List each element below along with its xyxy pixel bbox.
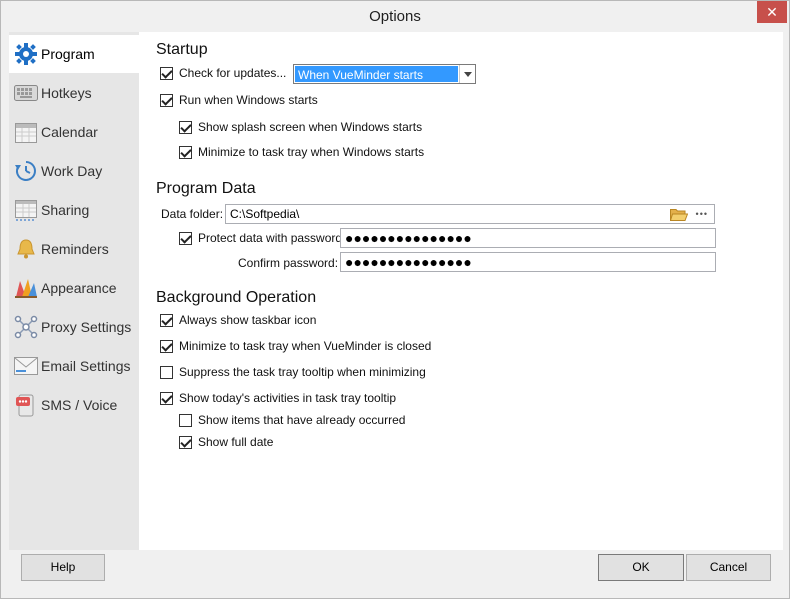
show-full-date-label: Show full date <box>198 435 274 449</box>
sidebar-item-label: Work Day <box>41 163 103 179</box>
network-icon <box>13 314 39 340</box>
sidebar-item-label: Sharing <box>41 202 90 218</box>
sidebar-item-hotkeys[interactable]: Hotkeys <box>9 74 139 112</box>
suppress-tooltip-row: Suppress the task tray tooltip when mini… <box>160 365 426 379</box>
data-folder-value: C:\Softpedia\ <box>230 207 300 221</box>
sidebar-item-label: Email Settings <box>41 358 131 374</box>
sidebar-item-label: Appearance <box>41 280 117 296</box>
close-icon: ✕ <box>766 4 778 20</box>
dialog-body: Program Hotkeys Calendar Work Day Sharin… <box>9 32 783 550</box>
splash-row: Show splash screen when Windows starts <box>179 120 422 134</box>
startup-heading: Startup <box>156 41 208 58</box>
browse-more-icon[interactable]: ••• <box>696 209 708 219</box>
sidebar-item-label: Program <box>41 46 95 62</box>
confirm-password-label: Confirm password: <box>238 256 339 270</box>
taskbar-icon-row: Always show taskbar icon <box>160 313 316 327</box>
taskbar-icon-checkbox[interactable] <box>160 313 173 327</box>
title-bar: Options ✕ <box>1 1 789 32</box>
sidebar-item-calendar[interactable]: Calendar <box>9 113 139 151</box>
check-updates-dropdown[interactable]: When VueMinder starts <box>293 64 476 84</box>
help-button[interactable]: Help <box>21 554 105 581</box>
run-windows-checkbox[interactable] <box>160 93 173 107</box>
check-updates-value: When VueMinder starts <box>295 66 458 82</box>
close-button[interactable]: ✕ <box>757 1 787 23</box>
sidebar: Program Hotkeys Calendar Work Day Sharin… <box>9 32 139 550</box>
run-windows-row: Run when Windows starts <box>160 93 318 107</box>
sidebar-item-appearance[interactable]: Appearance <box>9 269 139 307</box>
show-occurred-label: Show items that have already occurred <box>198 413 406 427</box>
sidebar-item-program[interactable]: Program <box>9 35 139 73</box>
sidebar-item-sms-voice[interactable]: SMS / Voice <box>9 386 139 424</box>
envelope-icon <box>13 353 39 379</box>
password-field[interactable]: ●●●●●●●●●●●●●●● <box>340 228 716 248</box>
sidebar-item-work-day[interactable]: Work Day <box>9 152 139 190</box>
gear-icon <box>13 41 39 67</box>
minimize-closed-checkbox[interactable] <box>160 339 173 353</box>
window-title: Options <box>369 8 421 25</box>
check-updates-label: Check for updates... <box>179 66 287 80</box>
splash-label: Show splash screen when Windows starts <box>198 120 423 134</box>
show-activities-label: Show today's activities in task tray too… <box>179 391 397 405</box>
ok-button[interactable]: OK <box>598 554 684 581</box>
keyboard-icon <box>13 80 39 106</box>
sidebar-item-label: Proxy Settings <box>41 319 132 335</box>
splash-checkbox[interactable] <box>179 120 192 134</box>
minimize-closed-label: Minimize to task tray when VueMinder is … <box>179 339 432 353</box>
background-operation-heading: Background Operation <box>156 289 317 306</box>
clock-refresh-icon <box>13 158 39 184</box>
show-full-date-checkbox[interactable] <box>179 435 192 449</box>
suppress-tooltip-checkbox[interactable] <box>160 365 173 379</box>
protect-password-label: Protect data with password: <box>198 231 346 245</box>
minimize-closed-row: Minimize to task tray when VueMinder is … <box>160 339 431 353</box>
shared-calendar-icon <box>13 197 39 223</box>
calendar-icon <box>13 119 39 145</box>
program-settings-panel: Startup Check for updates... When VueMin… <box>139 32 783 550</box>
protect-password-row: Protect data with password: <box>179 231 345 245</box>
sidebar-item-label: Calendar <box>41 124 98 140</box>
palette-icon <box>13 275 39 301</box>
minimize-tray-row: Minimize to task tray when Windows start… <box>179 145 424 159</box>
sidebar-item-sharing[interactable]: Sharing <box>9 191 139 229</box>
data-folder-label: Data folder: <box>161 207 224 221</box>
options-window: Options ✕ Program Hotkeys Calendar Work … <box>0 0 790 599</box>
show-activities-row: Show today's activities in task tray too… <box>160 391 396 405</box>
minimize-tray-label: Minimize to task tray when Windows start… <box>198 145 425 159</box>
confirm-password-field[interactable]: ●●●●●●●●●●●●●●● <box>340 252 716 272</box>
show-full-date-row: Show full date <box>179 435 273 449</box>
run-windows-label: Run when Windows starts <box>179 93 318 107</box>
taskbar-icon-label: Always show taskbar icon <box>179 313 317 327</box>
show-activities-checkbox[interactable] <box>160 391 173 405</box>
bell-icon <box>13 236 39 262</box>
show-occurred-checkbox[interactable] <box>179 413 192 427</box>
chevron-down-icon <box>459 65 475 83</box>
data-folder-field[interactable]: C:\Softpedia\ ••• <box>225 204 715 224</box>
check-updates-row: Check for updates... <box>160 66 286 80</box>
sidebar-item-proxy-settings[interactable]: Proxy Settings <box>9 308 139 346</box>
suppress-tooltip-label: Suppress the task tray tooltip when mini… <box>179 365 426 379</box>
sidebar-item-email-settings[interactable]: Email Settings <box>9 347 139 385</box>
check-updates-checkbox[interactable] <box>160 66 173 80</box>
show-occurred-row: Show items that have already occurred <box>179 413 405 427</box>
protect-password-checkbox[interactable] <box>179 231 192 245</box>
folder-open-icon[interactable] <box>669 208 688 221</box>
sidebar-item-reminders[interactable]: Reminders <box>9 230 139 268</box>
sidebar-item-label: Reminders <box>41 241 109 257</box>
minimize-tray-checkbox[interactable] <box>179 145 192 159</box>
sidebar-item-label: SMS / Voice <box>41 397 118 413</box>
phone-message-icon <box>13 392 39 418</box>
program-data-heading: Program Data <box>156 180 256 197</box>
sidebar-item-label: Hotkeys <box>41 85 92 101</box>
cancel-button[interactable]: Cancel <box>686 554 771 581</box>
